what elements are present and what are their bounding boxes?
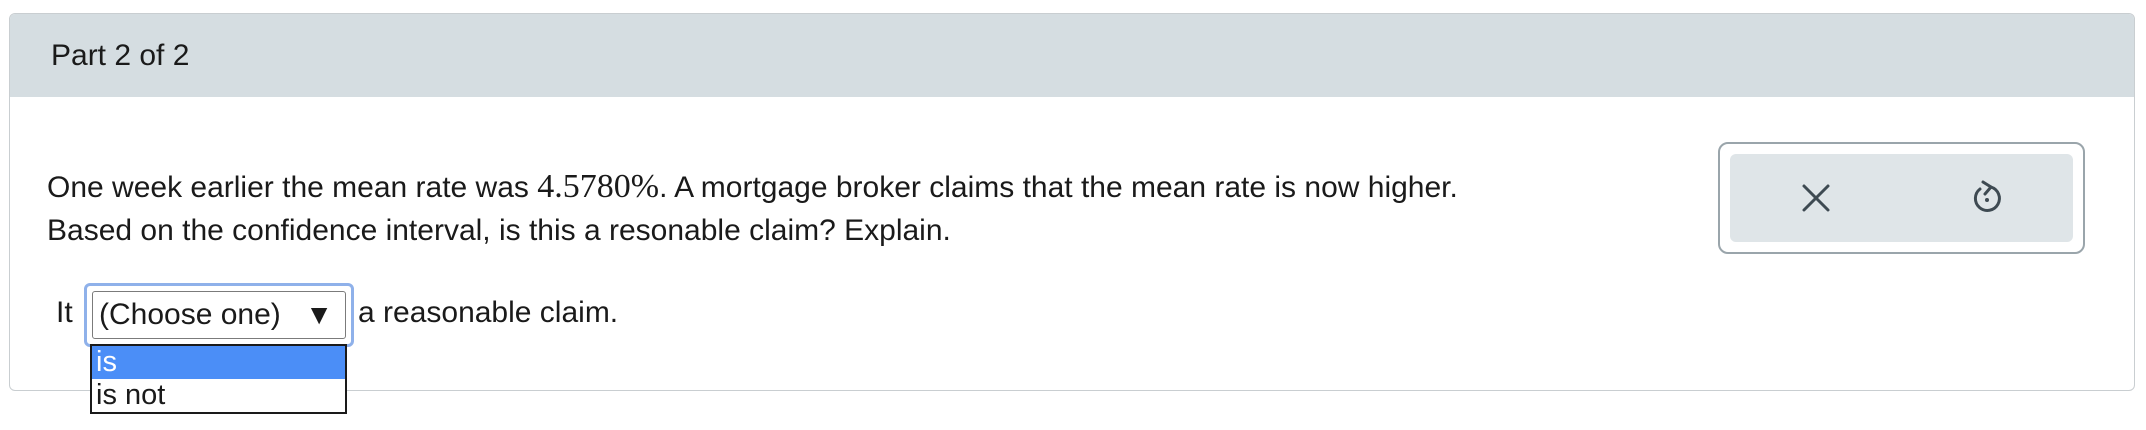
mean-rate-value: 4.5780% bbox=[537, 168, 660, 205]
select-box[interactable]: (Choose one) ▼ bbox=[92, 291, 346, 339]
clear-button[interactable] bbox=[1786, 168, 1846, 228]
option-is-not[interactable]: is not bbox=[92, 379, 345, 412]
undo-button[interactable] bbox=[1957, 168, 2017, 228]
answer-prefix: It bbox=[56, 296, 73, 329]
answer-tools bbox=[1718, 142, 2085, 254]
x-icon bbox=[1802, 184, 1830, 212]
question-text: One week earlier the mean rate was 4.578… bbox=[47, 165, 1458, 252]
question-line-1: One week earlier the mean rate was 4.578… bbox=[47, 168, 1458, 205]
answer-tools-inner bbox=[1730, 154, 2073, 242]
question-line-2: Based on the confidence interval, is thi… bbox=[47, 214, 951, 247]
undo-icon bbox=[1974, 180, 2002, 212]
select-current-value: (Choose one) bbox=[99, 298, 281, 331]
part-title: Part 2 of 2 bbox=[51, 38, 190, 72]
panel-header: Part 2 of 2 bbox=[10, 14, 2134, 97]
answer-suffix: a reasonable claim. bbox=[358, 296, 619, 329]
option-is[interactable]: is bbox=[92, 346, 345, 379]
dropdown-options-list: is is not bbox=[90, 344, 347, 414]
choose-one-select[interactable]: (Choose one) ▼ bbox=[84, 283, 354, 347]
dropdown-arrow-icon: ▼ bbox=[305, 299, 333, 330]
